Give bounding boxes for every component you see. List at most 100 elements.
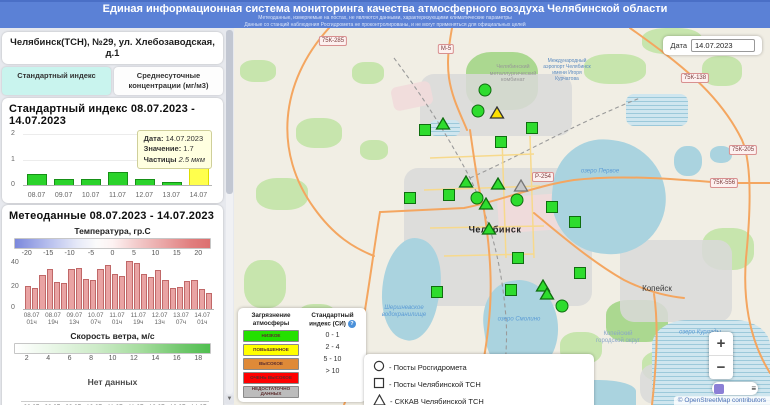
road-ref-label: 75К-556 (710, 178, 738, 188)
map-marker-circle[interactable] (556, 300, 569, 313)
map-marker-triangle[interactable] (436, 117, 451, 135)
meteo-title: Метеоданные 08.07.2023 - 14.07.2023 (9, 210, 217, 222)
zoom-out-button[interactable]: − (709, 355, 733, 379)
temperature-bar[interactable] (90, 280, 96, 309)
map-marker-square[interactable] (526, 122, 538, 134)
temperature-bar[interactable] (148, 277, 154, 308)
map-marker-circle[interactable] (479, 84, 492, 97)
scroll-down-arrow[interactable]: ▼ (225, 395, 234, 404)
date-input[interactable] (691, 39, 755, 52)
map-marker-triangle[interactable] (491, 177, 506, 195)
wind-tick: 2 (16, 355, 37, 362)
index-x-labels: 08.0709.0710.0711.0712.0713.0714.07 (23, 192, 212, 199)
temperature-tick: -5 (80, 250, 101, 257)
wind-label: Скорость ветра, м/с (8, 331, 217, 341)
wind-tick: 8 (80, 355, 101, 362)
pollution-level-chip: ПОВЫШЕННОЕ (243, 344, 299, 356)
temperature-bar[interactable] (126, 261, 132, 309)
y-tick: 1 (11, 156, 15, 163)
sidebar: Челябинск(ТСН), №29, ул. Хлебозаводская,… (0, 28, 234, 405)
tooltip-label: Значение: (144, 144, 182, 153)
map-marker-square[interactable] (404, 192, 416, 204)
temperature-bar[interactable] (112, 274, 118, 309)
map-marker-square[interactable] (495, 136, 507, 148)
app-header: Единая информационная система мониторинг… (0, 0, 770, 28)
temperature-bar[interactable] (191, 280, 197, 309)
map-marker-triangle[interactable] (459, 175, 474, 193)
si-legend-title: Стандартный индекс (СИ)? (304, 312, 361, 328)
temperature-tick: 10 (145, 250, 166, 257)
pollution-legend-ranges: Стандартный индекс (СИ)? 0 - 12 - 45 - 1… (304, 312, 361, 398)
temperature-bar[interactable] (134, 263, 140, 309)
marker-legend-row: - СККАВ Челябинской ТСН (373, 394, 585, 405)
wind-tick: 6 (59, 355, 80, 362)
temperature-bar[interactable] (155, 270, 161, 308)
map-canvas[interactable]: 75К-285М-5Р-25475К-13875К-20575К-556 Чел… (234, 28, 770, 405)
temperature-bar[interactable] (61, 283, 67, 308)
index-bar[interactable] (135, 179, 155, 184)
temperature-bar[interactable] (39, 275, 45, 309)
index-bar[interactable] (108, 172, 128, 185)
standard-index-chart: 2 1 0 08.0709.0710.0711.0712.0713.0714.0… (8, 129, 217, 199)
temperature-bar[interactable] (206, 293, 212, 309)
standard-index-panel: Стандартный индекс 08.07.2023 - 14.07.20… (2, 98, 223, 203)
map-marker-square[interactable] (443, 189, 455, 201)
info-icon[interactable]: ? (348, 320, 356, 328)
index-bar[interactable] (162, 182, 182, 185)
temperature-bar[interactable] (184, 281, 190, 309)
temperature-bar[interactable] (32, 288, 38, 308)
pollution-level-chip: ВЫСОКОЕ (243, 358, 299, 370)
map-marker-square[interactable] (505, 284, 517, 296)
temperature-bar[interactable] (162, 280, 168, 309)
temperature-time-labels: 08.0701ч08.0719ч09.0713ч10.0707ч11.0701ч… (21, 312, 213, 328)
temperature-bar[interactable] (83, 279, 89, 309)
temperature-bar[interactable] (68, 269, 74, 309)
index-bar[interactable] (81, 179, 101, 184)
map-marker-triangle[interactable] (482, 222, 497, 240)
temperature-bar[interactable] (170, 288, 176, 308)
tab-standard-index[interactable]: Стандартный индекс (2, 67, 111, 95)
map-marker-triangle[interactable] (479, 197, 494, 215)
temperature-bar[interactable] (105, 265, 111, 308)
wind-tick: 10 (102, 355, 123, 362)
zoom-in-button[interactable]: + (709, 332, 733, 355)
index-bar[interactable] (54, 179, 74, 184)
map-marker-square[interactable] (574, 267, 586, 279)
temperature-bar[interactable] (76, 268, 82, 309)
map-marker-square[interactable] (431, 286, 443, 298)
pollution-level-chip: НЕДОСТАТОЧНО ДАННЫХ (243, 386, 299, 398)
map-marker-square[interactable] (512, 252, 524, 264)
temperature-bar[interactable] (25, 286, 31, 309)
temperature-bar[interactable] (141, 274, 147, 309)
map-mini-control[interactable]: ≡ (712, 382, 758, 395)
temperature-bar[interactable] (177, 287, 183, 309)
map-marker-circle[interactable] (511, 194, 524, 207)
square-shape (526, 122, 538, 134)
date-label: Дата (670, 41, 687, 50)
map-marker-square[interactable] (569, 216, 581, 228)
tab-daily-concentrations[interactable]: Среднесуточные концентрации (мг/м3) (114, 67, 223, 95)
map-marker-triangle[interactable] (490, 106, 505, 124)
temperature-bar[interactable] (119, 276, 125, 308)
map-attribution[interactable]: © OpenStreetMap contributors (674, 396, 770, 405)
si-legend-title-text: Стандартный индекс (СИ) (309, 312, 354, 328)
pollution-level-chip: ОЧЕНЬ ВЫСОКОЕ (243, 372, 299, 384)
station-name: Челябинск(ТСН), №29, ул. Хлебозаводская,… (2, 32, 223, 64)
index-bar[interactable] (27, 174, 47, 184)
temperature-tick: 20 (188, 250, 209, 257)
si-range: 5 - 10 (304, 354, 361, 364)
scrollbar-thumb[interactable] (226, 30, 233, 194)
sidebar-scrollbar[interactable] (226, 30, 233, 394)
map-marker-square[interactable] (419, 124, 431, 136)
temperature-bar[interactable] (97, 269, 103, 309)
temperature-bar[interactable] (54, 282, 60, 308)
map-marker-square[interactable] (546, 201, 558, 213)
time-label: 09.0713ч (64, 312, 85, 328)
temperature-bar[interactable] (47, 269, 53, 309)
map-marker-triangle[interactable] (540, 287, 555, 305)
pollution-legend: Загрязнение атмосферы НИЗКОЕПОВЫШЕННОЕВЫ… (238, 308, 366, 402)
marker-legend-label: - СККАВ Челябинской ТСН (390, 397, 484, 405)
temperature-bar[interactable] (199, 289, 205, 308)
tabs: Стандартный индекс Среднесуточные концен… (2, 67, 223, 95)
map-marker-circle[interactable] (472, 105, 485, 118)
